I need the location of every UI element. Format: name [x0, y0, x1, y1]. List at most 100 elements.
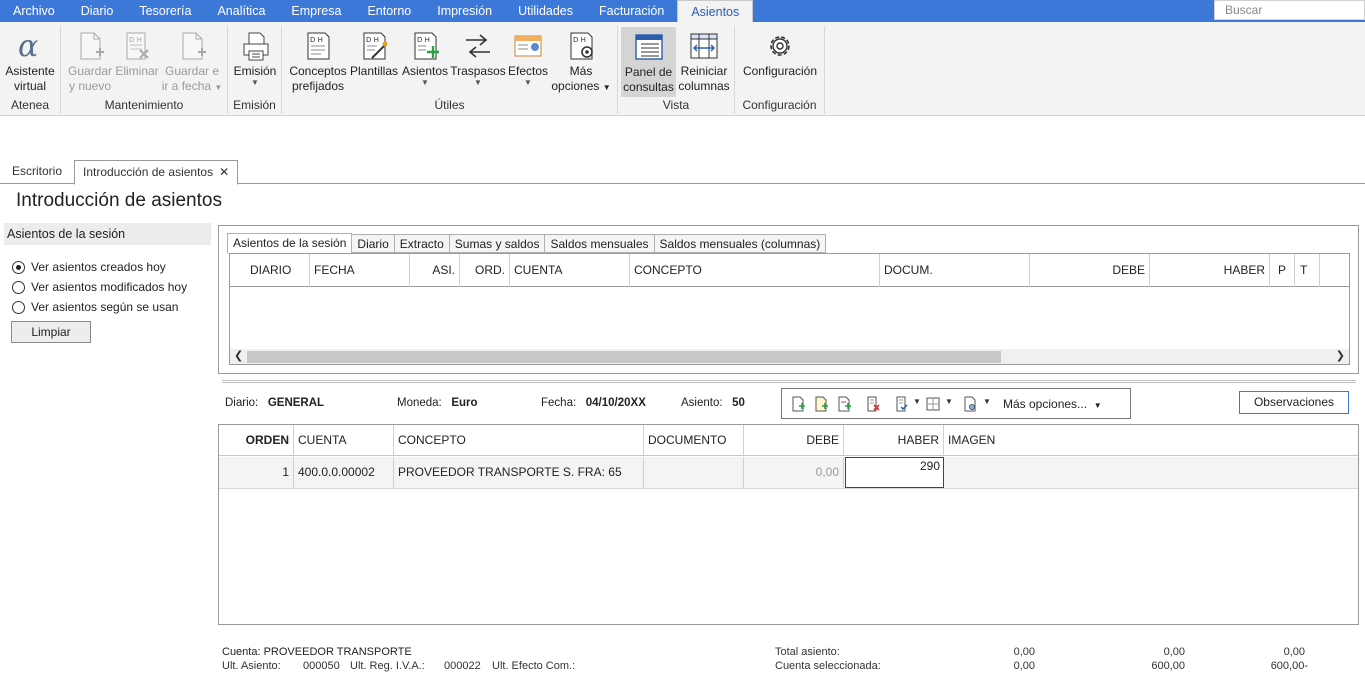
tab-introduccion-asientos[interactable]: Introducción de asientos ✕ — [74, 160, 239, 185]
radio-modificados-hoy[interactable]: Ver asientos modificados hoy — [12, 280, 187, 294]
scrollbar-thumb[interactable] — [247, 351, 1001, 363]
group-title-mantenimiento: Mantenimiento — [104, 98, 184, 112]
group-title-utiles: Útiles — [434, 98, 465, 112]
search-input[interactable]: Buscar — [1214, 0, 1365, 20]
session-panel-header: Asientos de la sesión — [4, 223, 211, 245]
asientos-button[interactable]: D H Asientos ▼ — [400, 26, 450, 87]
footer-cuenta: Cuenta: PROVEEDOR TRANSPORTE — [222, 646, 412, 658]
eliminar-button[interactable]: D H Eliminar — [115, 26, 159, 79]
columns-reset-icon — [690, 33, 718, 59]
conceptos-prefijados-button[interactable]: D H Conceptos prefijados — [288, 26, 348, 94]
col-cuenta[interactable]: CUENTA — [294, 425, 394, 456]
debe-cell[interactable]: 0,00 — [744, 457, 844, 488]
radio-creados-hoy[interactable]: Ver asientos creados hoy — [12, 260, 166, 274]
col-concepto[interactable]: CONCEPTO — [394, 425, 644, 456]
col-cuenta[interactable]: CUENTA — [510, 254, 630, 287]
tab-saldos-mensuales-columnas[interactable]: Saldos mensuales (columnas) — [654, 234, 827, 253]
asistente-virtual-button[interactable]: α Asistente virtual — [2, 26, 58, 94]
tab-saldos-mensuales[interactable]: Saldos mensuales — [545, 234, 655, 253]
chevron-down-icon[interactable]: ▼ — [945, 397, 953, 406]
haber-input[interactable]: 290 — [845, 457, 944, 488]
menu-impresion[interactable]: Impresión — [424, 0, 505, 22]
ribbon: α Asistente virtual Atenea Guardar y nue… — [0, 22, 1365, 116]
radio-icon[interactable] — [12, 300, 25, 314]
tab-sumas-saldos[interactable]: Sumas y saldos — [449, 234, 546, 253]
insert-line-icon[interactable] — [790, 396, 806, 412]
col-debe[interactable]: DEBE — [744, 425, 844, 456]
close-icon[interactable]: ✕ — [219, 165, 229, 179]
col-documento[interactable]: DOCUMENTO — [644, 425, 744, 456]
col-concepto[interactable]: CONCEPTO — [630, 254, 880, 287]
radio-selected-icon[interactable] — [12, 260, 25, 274]
concepto-cell[interactable]: PROVEEDOR TRANSPORTE S. FRA: 65 — [394, 457, 644, 488]
tab-diario[interactable]: Diario — [352, 234, 395, 253]
emision-button[interactable]: Emisión ▼ — [232, 26, 278, 87]
chevron-down-icon: ▼ — [214, 83, 223, 92]
horizontal-scrollbar[interactable]: ❮ ❯ — [230, 349, 1349, 364]
col-haber[interactable]: HABER — [1150, 254, 1270, 287]
menu-diario[interactable]: Diario — [68, 0, 127, 22]
check-document-icon[interactable] — [894, 396, 910, 412]
table-row[interactable]: 1 400.0.0.00002 PROVEEDOR TRANSPORTE S. … — [219, 457, 1358, 489]
entry-toolbar: ▼ ▼ ▼ Más opciones... ▼ — [781, 388, 1131, 419]
reiniciar-columnas-button[interactable]: Reiniciar columnas — [678, 26, 730, 94]
footer-sel-saldo: 600,00- — [1270, 660, 1308, 672]
tab-extracto[interactable]: Extracto — [394, 234, 450, 253]
panel-table-icon — [634, 34, 663, 60]
col-p[interactable]: P — [1270, 254, 1295, 287]
col-ord[interactable]: ORD. — [460, 254, 510, 287]
chevron-down-icon: ▼ — [1093, 401, 1102, 410]
document-gear-icon: D H — [570, 32, 593, 60]
panel-consultas-button[interactable]: Panel de consultas — [621, 27, 676, 97]
guardar-nuevo-button[interactable]: Guardar y nuevo — [66, 26, 114, 94]
col-haber[interactable]: HABER — [844, 425, 944, 456]
svg-text:α: α — [18, 30, 38, 62]
mas-opciones-dropdown[interactable]: Más opciones... ▼ — [1003, 397, 1102, 411]
limpiar-button[interactable]: Limpiar — [11, 321, 91, 343]
menu-empresa[interactable]: Empresa — [278, 0, 354, 22]
menu-analitica[interactable]: Analítica — [204, 0, 278, 22]
menu-asientos[interactable]: Asientos — [677, 0, 754, 22]
insert-line-below-icon[interactable] — [836, 396, 852, 412]
imagen-cell[interactable] — [944, 457, 1358, 488]
menu-entorno[interactable]: Entorno — [354, 0, 424, 22]
radio-icon[interactable] — [12, 280, 25, 294]
tab-escritorio[interactable]: Escritorio — [4, 160, 70, 184]
col-fecha[interactable]: FECHA — [310, 254, 410, 287]
plantillas-button[interactable]: D H Plantillas — [350, 26, 398, 79]
moneda-info: Moneda: Euro — [397, 397, 478, 409]
panel-splitter[interactable] — [222, 380, 1356, 383]
fecha-info: Fecha: 04/10/20XX — [541, 397, 646, 409]
col-diario[interactable]: DIARIO — [230, 254, 310, 287]
menu-archivo[interactable]: Archivo — [0, 0, 68, 22]
footer-cuenta-value: PROVEEDOR TRANSPORTE — [263, 646, 412, 658]
document-settings-icon[interactable] — [962, 396, 978, 412]
cuenta-cell[interactable]: 400.0.0.00002 — [294, 457, 394, 488]
chevron-right-icon[interactable]: ❯ — [1336, 349, 1345, 364]
mas-opciones-button[interactable]: D H Más opciones ▼ — [550, 26, 612, 95]
traspasos-button[interactable]: Traspasos ▼ — [450, 26, 506, 87]
col-docum[interactable]: DOCUM. — [880, 254, 1030, 287]
radio-segun-uso[interactable]: Ver asientos según se usan — [12, 300, 178, 314]
efectos-button[interactable]: Efectos ▼ — [506, 26, 550, 87]
menu-facturacion[interactable]: Facturación — [586, 0, 677, 22]
menu-utilidades[interactable]: Utilidades — [505, 0, 586, 22]
col-t[interactable]: T — [1295, 254, 1320, 287]
col-orden[interactable]: ORDEN — [219, 425, 294, 456]
menu-tesoreria[interactable]: Tesorería — [126, 0, 204, 22]
observaciones-button[interactable]: Observaciones — [1239, 391, 1349, 414]
col-imagen[interactable]: IMAGEN — [944, 425, 1358, 456]
col-debe[interactable]: DEBE — [1030, 254, 1150, 287]
col-asi[interactable]: ASI. — [410, 254, 460, 287]
split-document-icon[interactable] — [925, 396, 941, 412]
documento-cell[interactable] — [644, 457, 744, 488]
delete-line-icon[interactable] — [865, 396, 881, 412]
chevron-down-icon[interactable]: ▼ — [913, 397, 921, 406]
chevron-down-icon[interactable]: ▼ — [983, 397, 991, 406]
insert-line-above-icon[interactable] — [813, 396, 829, 412]
tab-asientos-sesion[interactable]: Asientos de la sesión — [227, 233, 353, 254]
guardar-ir-fecha-button[interactable]: Guardar e ir a fecha ▼ — [161, 26, 223, 95]
configuracion-button[interactable]: Configuración — [741, 26, 819, 79]
chevron-left-icon[interactable]: ❮ — [234, 349, 243, 364]
orden-cell[interactable]: 1 — [219, 457, 294, 488]
